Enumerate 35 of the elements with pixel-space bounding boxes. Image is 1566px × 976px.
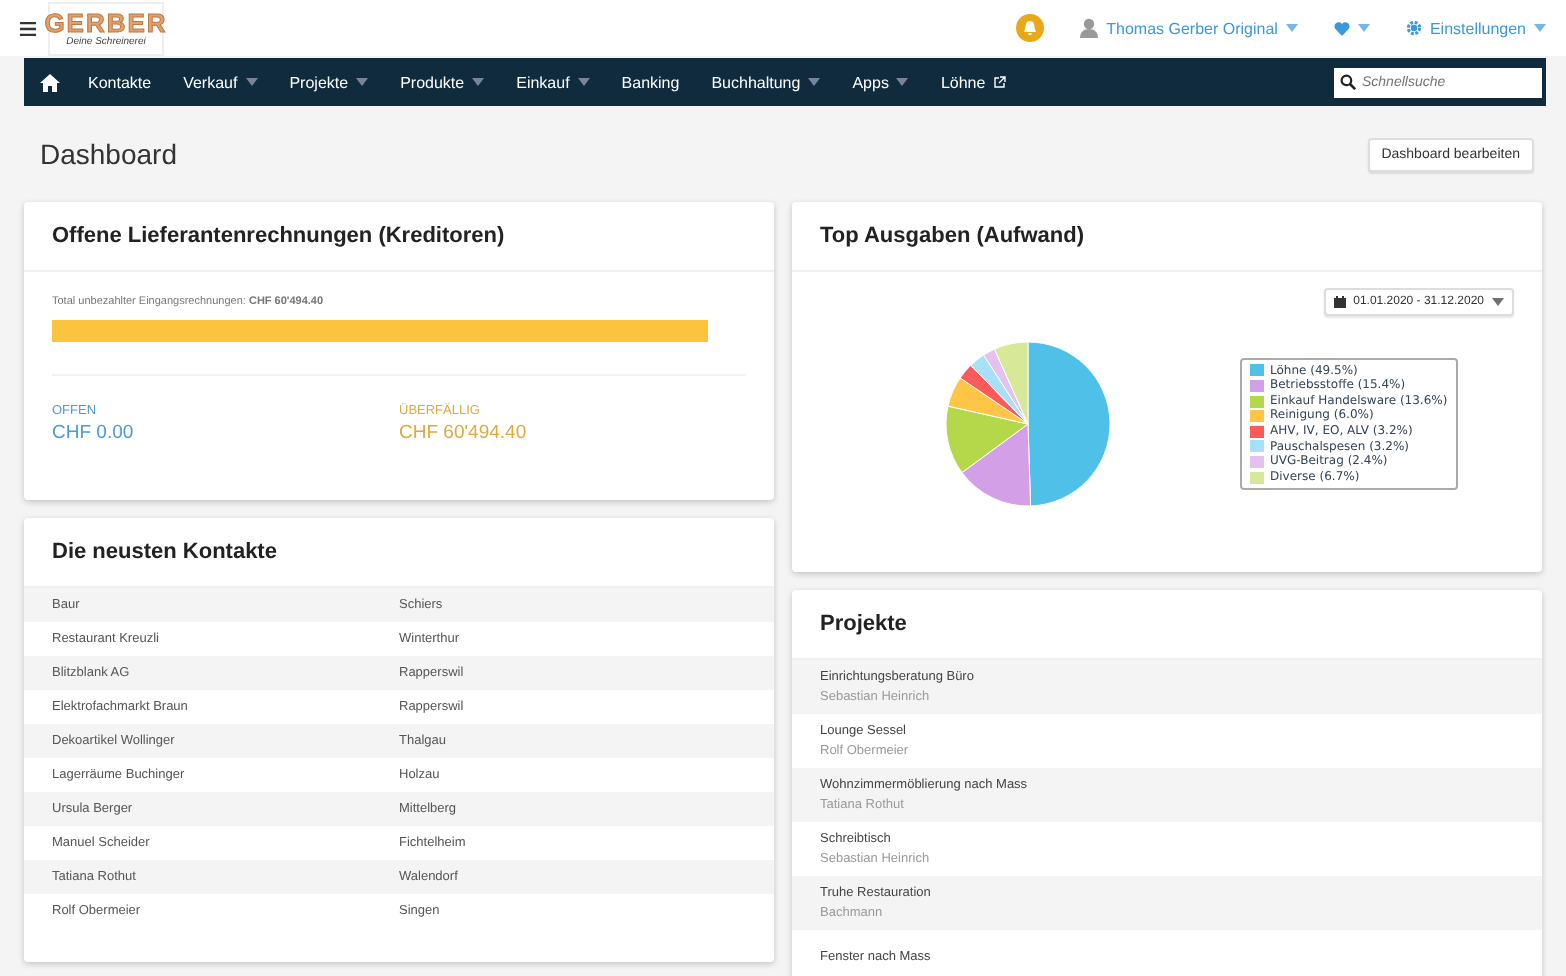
nav-item[interactable]: Kontakte bbox=[72, 58, 168, 106]
nav-item[interactable]: Apps bbox=[836, 58, 925, 106]
nav-item[interactable]: Projekte bbox=[273, 58, 385, 106]
card-title: Top Ausgaben (Aufwand) bbox=[792, 202, 1542, 272]
caret-icon bbox=[1357, 24, 1370, 32]
caret-icon bbox=[1285, 24, 1298, 32]
page-title: Dashboard bbox=[40, 138, 177, 170]
search-icon bbox=[1340, 74, 1356, 90]
calendar-icon bbox=[1333, 296, 1346, 308]
heart-icon bbox=[1333, 21, 1350, 35]
user-icon bbox=[1080, 18, 1099, 38]
home-icon[interactable] bbox=[40, 73, 60, 91]
bell-icon bbox=[1022, 20, 1039, 36]
caret-icon bbox=[896, 78, 909, 86]
card-title: Offene Lieferantenrechnungen (Kreditoren) bbox=[24, 202, 774, 272]
logo-name: GERBER bbox=[44, 9, 168, 35]
nav-item[interactable]: Banking bbox=[605, 58, 696, 106]
nav-item[interactable]: Einkauf bbox=[500, 58, 606, 106]
nav-item[interactable]: Löhne bbox=[924, 58, 1022, 106]
caret-icon bbox=[577, 78, 590, 86]
caret-icon bbox=[245, 78, 258, 86]
settings-icon bbox=[1405, 20, 1422, 36]
open-amount: CHF 0.00 bbox=[52, 422, 136, 444]
caret-icon bbox=[356, 78, 369, 86]
nav-item[interactable]: Buchhaltung bbox=[695, 58, 837, 106]
caret-icon bbox=[1534, 24, 1546, 32]
overdue-amount: CHF 60'494.40 bbox=[399, 422, 529, 444]
caret-icon bbox=[1492, 298, 1504, 306]
external-link-icon bbox=[993, 76, 1006, 88]
nav-item[interactable]: Verkauf bbox=[167, 58, 274, 106]
favorites-menu[interactable] bbox=[1333, 21, 1370, 35]
nav-item[interactable]: Produkte bbox=[384, 58, 501, 106]
menu-icon[interactable] bbox=[20, 21, 36, 35]
caret-icon bbox=[472, 78, 485, 86]
caret-icon bbox=[808, 78, 821, 86]
